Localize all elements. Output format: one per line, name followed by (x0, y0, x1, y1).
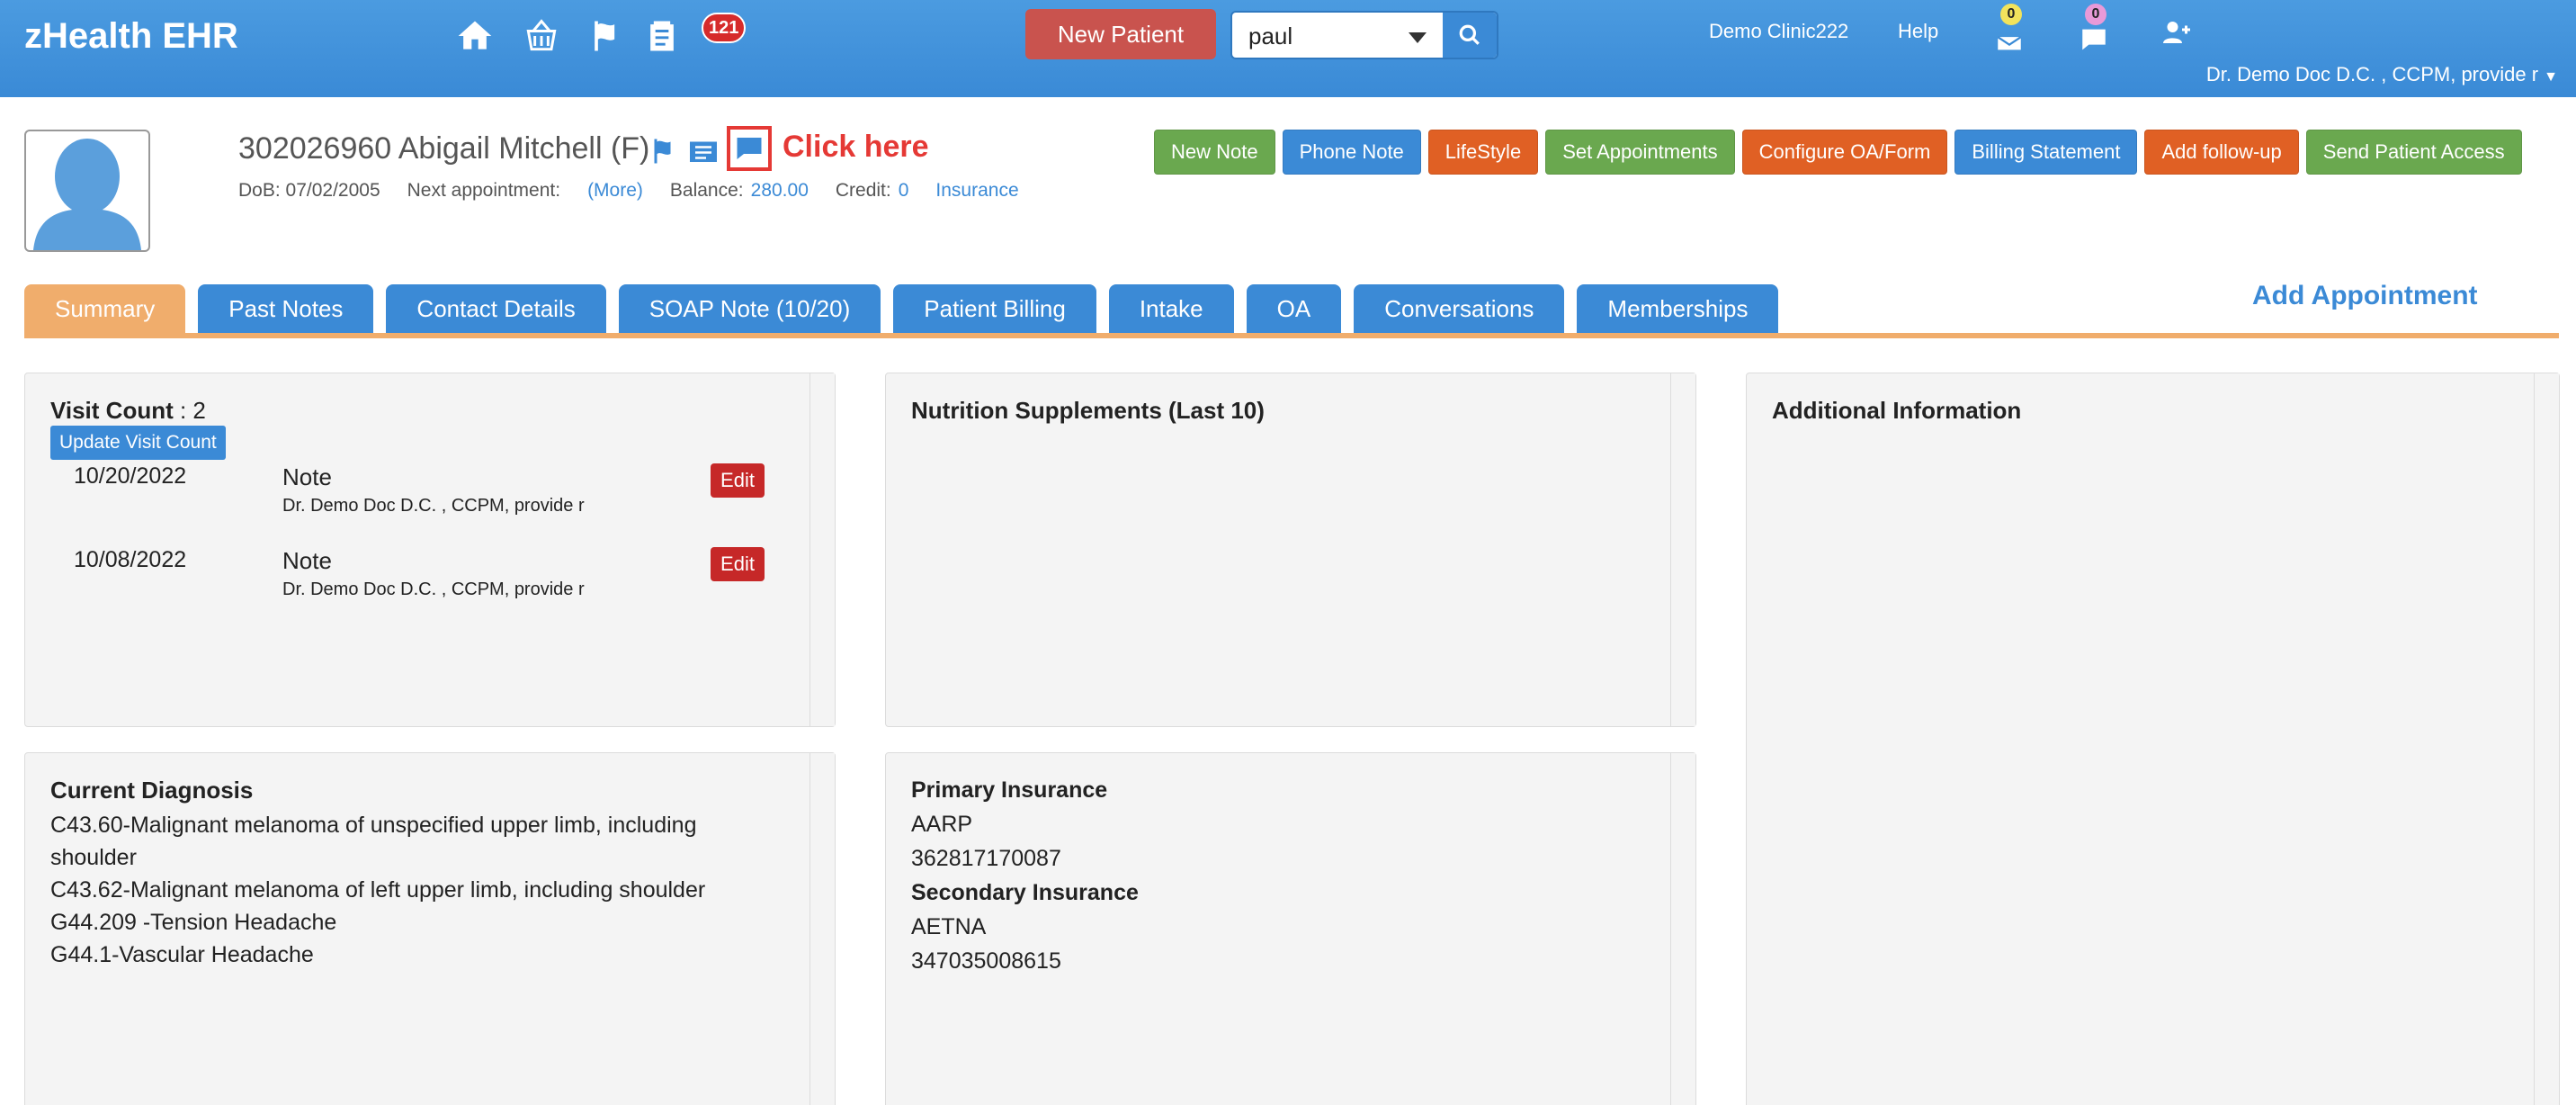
credit-value[interactable]: 0 (899, 180, 909, 202)
inbox-count-badge: 0 (2000, 4, 2022, 25)
edit-note-button[interactable]: Edit (711, 463, 765, 498)
diagnosis-list: C43.60-Malignant melanoma of unspecified… (50, 809, 788, 971)
note-type[interactable]: Note (282, 463, 332, 491)
nutrition-title: Nutrition Supplements (Last 10) (911, 397, 1265, 424)
note-date: 10/08/2022 (74, 547, 187, 572)
new-note-button[interactable]: New Note (1154, 130, 1275, 175)
search-input[interactable] (1248, 20, 1410, 52)
flag-icon[interactable] (585, 16, 628, 56)
tab-intake[interactable]: Intake (1108, 284, 1234, 333)
primary-insurance-id: 362817170087 (911, 846, 1061, 871)
insurance-panel: Primary Insurance AARP 362817170087 Seco… (885, 752, 1696, 1105)
edit-note-button[interactable]: Edit (711, 547, 765, 581)
insurance-details: Primary Insurance AARP 362817170087 Seco… (911, 773, 1139, 978)
visits-panel: Visit Count : 2 Update Visit Count 10/20… (24, 373, 836, 727)
send-patient-access-button[interactable]: Send Patient Access (2305, 130, 2522, 175)
add-appointment-link[interactable]: Add Appointment (2252, 281, 2478, 311)
configure-oa-form-button[interactable]: Configure OA/Form (1741, 130, 1948, 175)
tab-underline (24, 333, 2559, 338)
lifestyle-button[interactable]: LifeStyle (1427, 130, 1539, 175)
chat-button-highlight[interactable] (727, 126, 772, 171)
person-silhouette-icon (33, 139, 141, 250)
visit-count-value: : 2 (179, 397, 206, 424)
id-card-icon[interactable] (687, 135, 720, 167)
scrollbar[interactable] (1670, 373, 1695, 726)
update-visit-count-button[interactable]: Update Visit Count (50, 426, 226, 460)
notification-badge[interactable]: 121 (702, 13, 747, 43)
list-item: G44.1-Vascular Headache (50, 942, 314, 967)
patient-name: 302026960 Abigail Mitchell (F) (238, 131, 650, 166)
list-item: G44.209 -Tension Headache (50, 910, 337, 935)
patient-search (1230, 11, 1498, 59)
set-appointments-button[interactable]: Set Appointments (1545, 130, 1735, 175)
diagnosis-panel: Current Diagnosis C43.60-Malignant melan… (24, 752, 836, 1105)
search-icon (1459, 24, 1480, 45)
note-doctor: Dr. Demo Doc D.C. , CCPM, provide r (282, 496, 585, 516)
tab-memberships[interactable]: Memberships (1577, 284, 1779, 333)
list-item: C43.60-Malignant melanoma of unspecified… (50, 813, 697, 870)
note-date: 10/20/2022 (74, 463, 187, 489)
messages-icon[interactable] (2072, 20, 2115, 59)
balance-value[interactable]: 280.00 (751, 180, 809, 202)
help-link[interactable]: Help (1898, 20, 1938, 43)
balance-label: Balance: (669, 180, 744, 201)
top-navigation-bar: zHealth EHR 121 New Patient Demo Clinic2… (0, 0, 2576, 97)
patient-meta: DoB: 07/02/2005 Next appointment: (More)… (238, 180, 1019, 202)
diagnosis-title: Current Diagnosis (50, 777, 254, 804)
credit-label: Credit: (835, 180, 891, 201)
chat-icon (737, 138, 762, 159)
dob: DoB: 07/02/2005 (238, 180, 380, 201)
visit-count: Visit Count : 2 (50, 397, 206, 425)
user-menu[interactable]: Dr. Demo Doc D.C. , CCPM, provide r ▼ (2206, 63, 2558, 86)
note-type[interactable]: Note (282, 547, 332, 575)
billing-statement-button[interactable]: Billing Statement (1954, 130, 2138, 175)
tab-contact-details[interactable]: Contact Details (386, 284, 606, 333)
nutrition-panel: Nutrition Supplements (Last 10) (885, 373, 1696, 727)
scrollbar[interactable] (809, 373, 835, 726)
flag-icon[interactable] (648, 135, 680, 167)
scrollbar[interactable] (1670, 753, 1695, 1105)
phone-note-button[interactable]: Phone Note (1282, 130, 1421, 175)
note-doctor: Dr. Demo Doc D.C. , CCPM, provide r (282, 579, 585, 599)
additional-info-title: Additional Information (1772, 397, 2022, 424)
tab-soap-note[interactable]: SOAP Note (10/20) (618, 284, 881, 333)
chevron-down-icon: ▼ (2544, 69, 2558, 85)
clipboard-icon[interactable] (640, 16, 684, 56)
secondary-insurance-id: 347035008615 (911, 948, 1061, 974)
primary-insurance-label: Primary Insurance (911, 777, 1108, 803)
add-follow-up-button[interactable]: Add follow-up (2144, 130, 2299, 175)
patient-avatar (24, 130, 150, 252)
patient-quick-icons (648, 126, 772, 171)
search-dropdown-caret-icon[interactable] (1409, 32, 1427, 43)
messages-count-badge: 0 (2085, 4, 2106, 25)
user-name: Dr. Demo Doc D.C. , CCPM, provide r (2205, 63, 2539, 85)
tab-patient-billing[interactable]: Patient Billing (893, 284, 1096, 333)
scrollbar[interactable] (809, 753, 835, 1105)
secondary-insurance-label: Secondary Insurance (911, 880, 1139, 905)
visit-count-label: Visit Count (50, 397, 174, 424)
list-item: C43.62-Malignant melanoma of left upper … (50, 877, 706, 903)
tab-summary[interactable]: Summary (24, 284, 186, 333)
additional-info-panel: Additional Information (1746, 373, 2560, 1105)
add-user-icon[interactable] (2155, 13, 2198, 52)
clinic-selector[interactable]: Demo Clinic222 (1709, 20, 1848, 43)
next-appointment-more-link[interactable]: (More) (587, 180, 643, 202)
secondary-insurance-name: AETNA (911, 914, 987, 939)
new-patient-button[interactable]: New Patient (1025, 9, 1216, 59)
patient-actions: New Note Phone Note LifeStyle Set Appoin… (1154, 130, 2522, 175)
home-icon[interactable] (453, 16, 496, 56)
insurance-link[interactable]: Insurance (935, 180, 1018, 202)
scrollbar[interactable] (2534, 373, 2559, 1105)
primary-insurance-name: AARP (911, 812, 973, 837)
search-button[interactable] (1443, 13, 1497, 58)
tab-oa[interactable]: OA (1246, 284, 1342, 333)
tab-conversations[interactable]: Conversations (1354, 284, 1565, 333)
inbox-icon[interactable] (1988, 20, 2031, 59)
click-here-annotation: Click here (783, 130, 929, 164)
tab-past-notes[interactable]: Past Notes (198, 284, 374, 333)
basket-icon[interactable] (520, 16, 563, 56)
next-appointment-label: Next appointment: (407, 180, 561, 201)
app-title[interactable]: zHealth EHR (24, 16, 238, 57)
patient-tabs: Summary Past Notes Contact Details SOAP … (24, 284, 1779, 333)
